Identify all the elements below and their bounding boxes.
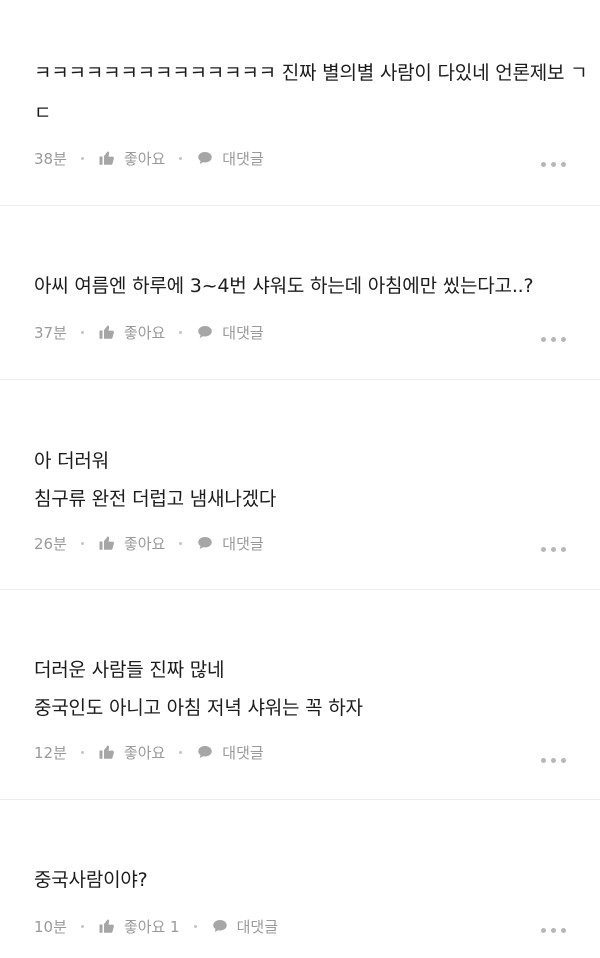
comment-time: 37분 bbox=[34, 323, 67, 342]
comment-text-line: ㄷ bbox=[34, 102, 52, 124]
comment-divider bbox=[0, 379, 600, 380]
reply-button[interactable]: 대댓글 bbox=[196, 148, 264, 169]
thumbs-up-icon bbox=[99, 919, 114, 933]
reply-label: 대댓글 bbox=[222, 743, 264, 762]
like-button[interactable]: 좋아요 bbox=[98, 148, 165, 169]
comment-divider bbox=[0, 799, 600, 800]
separator-dot bbox=[80, 156, 84, 160]
speech-bubble-icon bbox=[198, 537, 213, 549]
separator-dot bbox=[179, 541, 183, 545]
reply-label: 대댓글 bbox=[222, 149, 264, 168]
more-dot bbox=[561, 757, 566, 763]
comment-time: 38분 bbox=[34, 149, 67, 168]
reply-label: 대댓글 bbox=[236, 917, 279, 936]
more-dots-icon bbox=[541, 927, 546, 933]
like-label: 좋아요 bbox=[123, 323, 166, 342]
separator-dot bbox=[179, 750, 183, 754]
comment-meta: 12분 좋아요 대댓글 bbox=[34, 741, 264, 763]
reply-label: 대댓글 bbox=[222, 534, 264, 553]
comment-meta: 26분 좋아요 대댓글 bbox=[34, 532, 264, 554]
speech-bubble-icon bbox=[198, 326, 213, 338]
more-dots-icon bbox=[541, 546, 546, 552]
separator-dot bbox=[80, 750, 84, 754]
speech-bubble-icon bbox=[212, 920, 227, 932]
more-dot bbox=[561, 161, 566, 167]
comment-text-line: 중국사람이야? bbox=[34, 869, 148, 891]
thumbs-up-icon bbox=[99, 325, 114, 339]
comment-meta: 10분 좋아요 1 대댓글 bbox=[34, 915, 278, 937]
comment-time: 26분 bbox=[34, 534, 67, 553]
like-label: 좋아요 bbox=[123, 149, 166, 168]
more-options-button[interactable] bbox=[541, 755, 566, 765]
like-button[interactable]: 좋아요 bbox=[98, 322, 165, 343]
comment-divider bbox=[0, 589, 600, 590]
more-dot bbox=[551, 927, 556, 933]
comment-text-line: 중국인도 아니고 아침 저녁 샤워는 꼭 하자 bbox=[34, 697, 363, 719]
more-dots-icon bbox=[541, 161, 546, 167]
comment-text-line: 아씨 여름엔 하루에 3~4번 샤워도 하는데 아침에만 씼는다고..? bbox=[34, 275, 534, 297]
comment-text-line: 침구류 완전 더럽고 냄새나겠다 bbox=[34, 488, 277, 510]
more-dots-icon bbox=[541, 336, 546, 342]
speech-bubble-icon bbox=[198, 746, 213, 758]
speech-bubble-icon bbox=[198, 152, 213, 164]
thumbs-up-icon bbox=[99, 536, 114, 550]
more-dot bbox=[551, 336, 556, 342]
more-options-button[interactable] bbox=[541, 159, 566, 169]
like-label: 좋아요 1 bbox=[123, 917, 180, 936]
separator-dot bbox=[80, 924, 84, 928]
comment-time: 10분 bbox=[34, 917, 67, 936]
comment-meta: 38분 좋아요 대댓글 bbox=[34, 147, 264, 169]
more-options-button[interactable] bbox=[541, 334, 566, 344]
like-button[interactable]: 좋아요 bbox=[98, 533, 165, 554]
like-button[interactable]: 좋아요 1 bbox=[98, 916, 180, 937]
like-label: 좋아요 bbox=[123, 534, 166, 553]
separator-dot bbox=[80, 330, 84, 334]
separator-dot bbox=[193, 924, 197, 928]
more-dot bbox=[551, 161, 556, 167]
like-label: 좋아요 bbox=[123, 743, 166, 762]
more-options-button[interactable] bbox=[541, 925, 566, 935]
comment-time: 12분 bbox=[34, 743, 67, 762]
more-dots-icon bbox=[541, 757, 546, 763]
reply-button[interactable]: 대댓글 bbox=[211, 916, 278, 937]
reply-button[interactable]: 대댓글 bbox=[196, 533, 264, 554]
more-dot bbox=[551, 757, 556, 763]
thumbs-up-icon bbox=[99, 151, 114, 165]
separator-dot bbox=[80, 541, 84, 545]
reply-button[interactable]: 대댓글 bbox=[196, 742, 264, 763]
comment-text-line: 아 더러워 bbox=[34, 450, 109, 472]
more-dot bbox=[561, 546, 566, 552]
reply-label: 대댓글 bbox=[222, 323, 264, 342]
like-button[interactable]: 좋아요 bbox=[98, 742, 165, 763]
more-options-button[interactable] bbox=[541, 544, 566, 554]
more-dot bbox=[561, 927, 566, 933]
reply-button[interactable]: 대댓글 bbox=[196, 322, 264, 343]
more-dot bbox=[561, 336, 566, 342]
comment-text-line: ㅋㅋㅋㅋㅋㅋㅋㅋㅋㅋㅋㅋㅋㅋ 진짜 별의별 사람이 다있네 언론제보 ㄱ bbox=[34, 62, 588, 84]
thumbs-up-icon bbox=[99, 745, 114, 759]
more-dot bbox=[551, 546, 556, 552]
separator-dot bbox=[179, 330, 183, 334]
comment-text-line: 더러운 사람들 진짜 많네 bbox=[34, 659, 225, 681]
comment-divider bbox=[0, 205, 600, 206]
comment-meta: 37분 좋아요 대댓글 bbox=[34, 321, 264, 343]
separator-dot bbox=[179, 156, 183, 160]
